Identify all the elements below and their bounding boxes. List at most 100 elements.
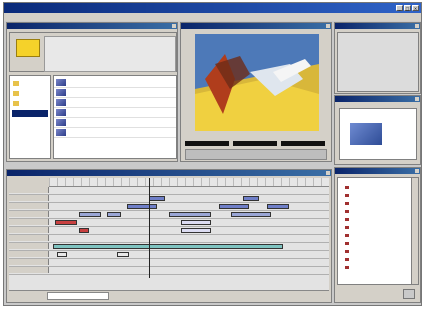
track-video-b xyxy=(9,227,329,235)
track-label[interactable] xyxy=(9,259,49,265)
track-video-1 xyxy=(9,203,329,211)
project-panel xyxy=(6,22,178,162)
history-step-icon xyxy=(345,218,349,221)
track-video-2 xyxy=(9,195,329,203)
track-label[interactable] xyxy=(9,227,49,233)
history-step[interactable] xyxy=(344,216,410,223)
clip[interactable] xyxy=(57,252,67,257)
clip[interactable] xyxy=(117,252,129,257)
clip[interactable] xyxy=(79,212,101,217)
clip[interactable] xyxy=(79,228,89,233)
clip-row[interactable] xyxy=(54,78,176,88)
timecode-display xyxy=(185,141,229,146)
timeline-ruler[interactable] xyxy=(49,178,329,187)
track-label[interactable] xyxy=(9,195,49,201)
info-preview-thumb xyxy=(350,123,382,145)
transport-controls[interactable] xyxy=(185,149,327,160)
history-step[interactable] xyxy=(344,248,410,255)
clip[interactable] xyxy=(231,212,271,217)
track-audio-2 xyxy=(9,243,329,251)
history-step[interactable] xyxy=(344,184,410,191)
track-video-3 xyxy=(9,187,329,195)
clip-row[interactable] xyxy=(54,98,176,108)
timecode-display xyxy=(281,141,325,146)
clip[interactable] xyxy=(127,204,157,209)
preview-info-box xyxy=(44,36,176,72)
track-audio-5 xyxy=(9,267,329,275)
maximize-icon[interactable]: □ xyxy=(404,5,411,11)
playhead[interactable] xyxy=(149,178,150,278)
history-step[interactable] xyxy=(344,232,410,239)
clip[interactable] xyxy=(181,220,211,225)
history-step[interactable] xyxy=(344,208,410,215)
clip-thumbnail xyxy=(56,129,66,136)
menu-bar xyxy=(4,13,421,21)
track-transition xyxy=(9,211,329,219)
track-label[interactable] xyxy=(9,251,49,257)
close-icon[interactable] xyxy=(415,169,419,173)
bin-item[interactable] xyxy=(13,81,19,86)
info-panel xyxy=(334,95,421,165)
close-icon[interactable]: × xyxy=(412,5,419,11)
track-label[interactable] xyxy=(9,267,49,273)
close-icon[interactable] xyxy=(415,97,419,101)
clip[interactable] xyxy=(267,204,289,209)
clip[interactable] xyxy=(243,196,259,201)
clip-row[interactable] xyxy=(54,118,176,128)
history-step-icon xyxy=(345,194,349,197)
clip[interactable] xyxy=(219,204,249,209)
close-icon[interactable] xyxy=(415,24,419,28)
video-frame-image xyxy=(195,34,319,131)
minimize-icon[interactable]: _ xyxy=(396,5,403,11)
close-icon[interactable] xyxy=(326,171,330,175)
history-panel-title[interactable] xyxy=(335,168,420,174)
history-step-icon xyxy=(345,186,349,189)
clip[interactable] xyxy=(169,212,211,217)
monitor-video-frame xyxy=(195,34,319,131)
history-step-icon xyxy=(345,210,349,213)
track-audio-1 xyxy=(9,235,329,243)
timecode-display xyxy=(233,141,277,146)
clip-row[interactable] xyxy=(54,108,176,118)
clip-row[interactable] xyxy=(54,128,176,138)
clip[interactable] xyxy=(149,196,165,201)
close-icon[interactable] xyxy=(172,24,176,28)
history-step-icon xyxy=(345,226,349,229)
clip[interactable] xyxy=(181,228,211,233)
project-panel-title[interactable] xyxy=(7,23,177,29)
app-titlebar: _ □ × xyxy=(4,3,421,13)
timeline-panel-title[interactable] xyxy=(7,170,331,176)
track-label[interactable] xyxy=(9,235,49,241)
close-icon[interactable] xyxy=(326,24,330,28)
history-step-icon xyxy=(345,258,349,261)
navigator-panel-title[interactable] xyxy=(335,23,420,29)
clip[interactable] xyxy=(107,212,121,217)
history-panel xyxy=(334,167,421,303)
clip[interactable] xyxy=(55,220,77,225)
bin-item[interactable] xyxy=(13,101,19,106)
monitor-panel-title[interactable] xyxy=(181,23,331,29)
history-list xyxy=(337,177,419,285)
info-thumbnail-area xyxy=(339,108,417,160)
track-label[interactable] xyxy=(9,219,49,225)
history-step[interactable] xyxy=(344,240,410,247)
info-panel-title[interactable] xyxy=(335,96,420,102)
history-step[interactable] xyxy=(344,224,410,231)
timeline-footer xyxy=(9,290,329,300)
monitor-panel xyxy=(180,22,332,162)
history-step[interactable] xyxy=(344,264,410,271)
track-label[interactable] xyxy=(9,211,49,217)
history-step[interactable] xyxy=(344,200,410,207)
history-step[interactable] xyxy=(344,256,410,263)
clip[interactable] xyxy=(53,244,283,249)
bin-item-selected[interactable] xyxy=(12,110,48,117)
bin-item[interactable] xyxy=(13,91,19,96)
track-label[interactable] xyxy=(9,187,49,193)
history-delete-button[interactable] xyxy=(403,289,415,299)
zoom-selector[interactable] xyxy=(47,292,109,300)
clip-row[interactable] xyxy=(54,88,176,98)
track-label[interactable] xyxy=(9,243,49,249)
history-step[interactable] xyxy=(344,192,410,199)
track-label[interactable] xyxy=(9,203,49,209)
history-scrollbar[interactable] xyxy=(411,178,418,284)
